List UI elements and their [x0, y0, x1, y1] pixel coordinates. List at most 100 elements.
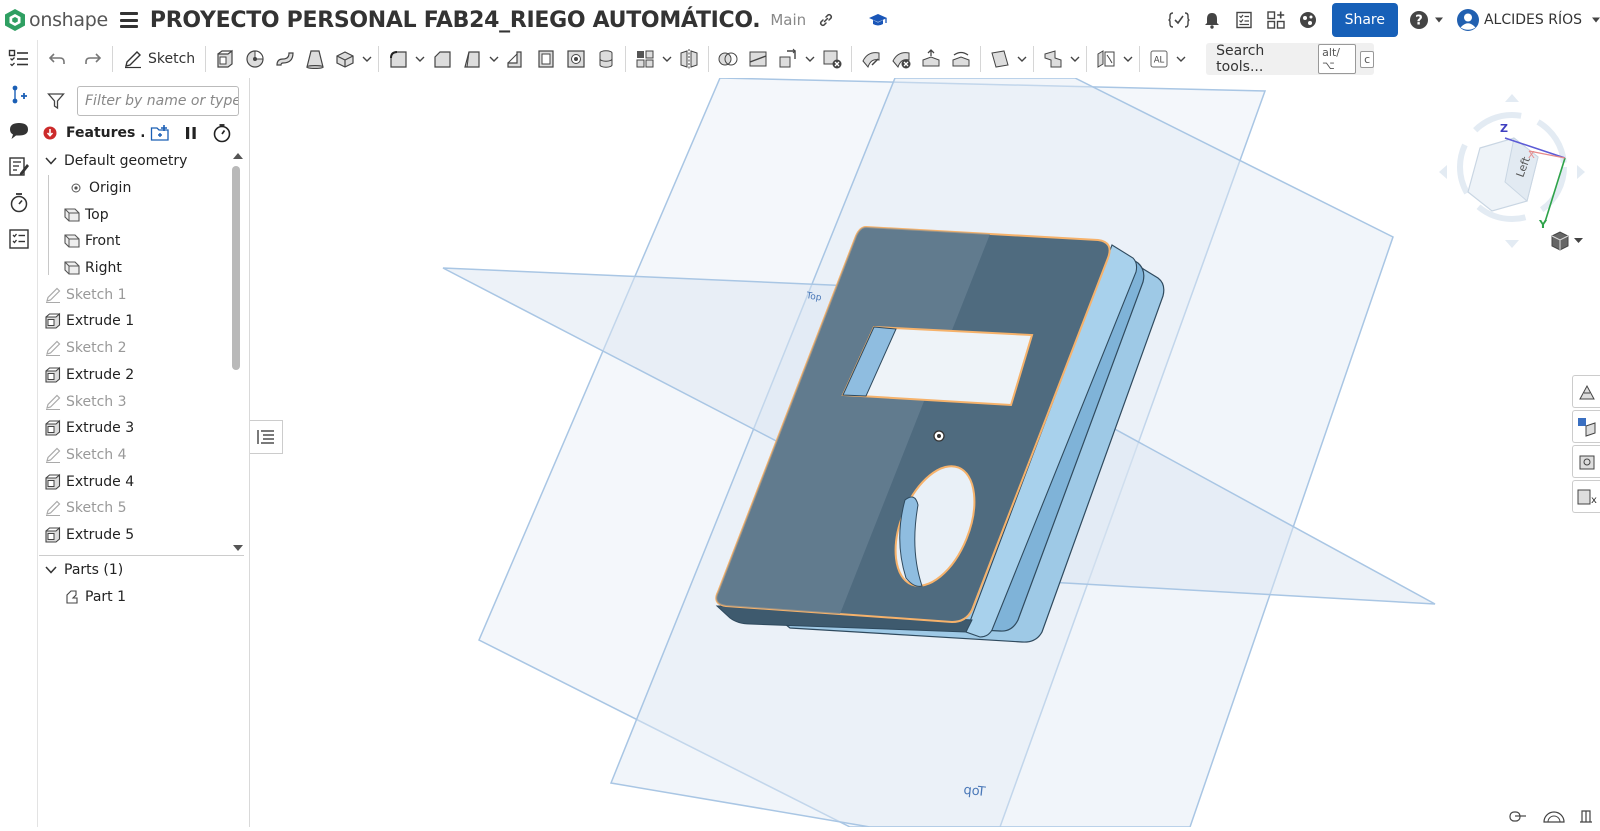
onshape-logo[interactable]: onshape: [4, 8, 108, 32]
loft-icon[interactable]: [300, 44, 330, 74]
default-geometry-group[interactable]: Default geometry: [39, 148, 235, 175]
user-chevron-down-icon[interactable]: [1592, 17, 1600, 23]
replace-face-icon[interactable]: [946, 44, 976, 74]
help-chevron-down-icon[interactable]: [1432, 17, 1446, 23]
pattern-icon[interactable]: [630, 44, 660, 74]
share-button[interactable]: Share: [1331, 3, 1398, 37]
move-face-icon[interactable]: [916, 44, 946, 74]
measure-tape-icon[interactable]: [1500, 809, 1536, 823]
configurations-panel-icon[interactable]: [1572, 410, 1600, 443]
feature-item-sketch-3[interactable]: Sketch 3: [39, 388, 235, 415]
education-cap-icon[interactable]: [868, 12, 888, 28]
thicken-icon[interactable]: [330, 44, 360, 74]
chamfer-icon[interactable]: [427, 44, 457, 74]
feature-item-extrude-5[interactable]: Extrude 5: [39, 522, 235, 549]
draft-icon[interactable]: [457, 44, 487, 74]
transform-icon[interactable]: [773, 44, 803, 74]
branch-name[interactable]: Main: [770, 11, 806, 29]
feature-item-sketch-4[interactable]: Sketch 4: [39, 442, 235, 469]
variables-icon[interactable]: [1162, 11, 1196, 29]
features-title[interactable]: Features ...: [66, 125, 144, 141]
view-cube[interactable]: Left Z Y X: [1439, 94, 1585, 248]
extrude-icon[interactable]: [210, 44, 240, 74]
split-icon[interactable]: [743, 44, 773, 74]
protractor-icon[interactable]: [1536, 809, 1572, 823]
tasks-checklist-icon[interactable]: [1228, 11, 1260, 29]
scroll-down-arrow-icon[interactable]: [232, 544, 244, 552]
default-geometry-item-front[interactable]: Front: [39, 228, 235, 255]
variable-studio-panel-icon[interactable]: x: [1572, 480, 1600, 513]
rollback-timer-icon[interactable]: [0, 185, 38, 221]
instances-insert-icon[interactable]: [0, 77, 38, 113]
transform-chevron-down-icon[interactable]: [803, 44, 817, 74]
hole-icon[interactable]: [561, 44, 591, 74]
filter-input[interactable]: [77, 86, 239, 116]
model-canvas[interactable]: Top Top Left Z Y X: [251, 77, 1600, 828]
thicken-chevron-down-icon[interactable]: [360, 44, 374, 74]
properties-checklist-icon[interactable]: [0, 221, 38, 257]
mass-properties-panel-icon[interactable]: [1572, 445, 1600, 478]
appearance-panel-icon[interactable]: [1572, 375, 1600, 408]
plane-icon[interactable]: [985, 44, 1015, 74]
user-name[interactable]: ALCIDES RÍOS: [1484, 12, 1582, 28]
sheet-metal-icon[interactable]: [1038, 44, 1068, 74]
fillet-icon[interactable]: [383, 44, 413, 74]
stopwatch-icon[interactable]: [212, 123, 232, 143]
shell-icon[interactable]: [531, 44, 561, 74]
user-avatar-icon[interactable]: [1456, 8, 1480, 32]
filter-funnel-icon[interactable]: [47, 92, 65, 110]
mirror-icon[interactable]: [674, 44, 704, 74]
revolve-icon[interactable]: [240, 44, 270, 74]
draft-chevron-down-icon[interactable]: [487, 44, 501, 74]
feature-item-extrude-3[interactable]: Extrude 3: [39, 415, 235, 442]
default-geometry-item-right[interactable]: Right: [39, 255, 235, 282]
view-cube-menu-icon[interactable]: [1551, 231, 1583, 251]
feature-item-extrude-1[interactable]: Extrude 1: [39, 308, 235, 335]
part-item[interactable]: Part 1: [39, 584, 244, 611]
rib-icon[interactable]: [501, 44, 531, 74]
feature-list-icon[interactable]: [0, 41, 38, 77]
pattern-chevron-down-icon[interactable]: [660, 44, 674, 74]
boolean-icon[interactable]: [713, 44, 743, 74]
sweep-icon[interactable]: [270, 44, 300, 74]
feature-item-sketch-1[interactable]: Sketch 1: [39, 281, 235, 308]
new-folder-icon[interactable]: [150, 124, 172, 142]
default-geometry-item-top[interactable]: Top: [39, 201, 235, 228]
feature-item-extrude-2[interactable]: Extrude 2: [39, 362, 235, 389]
scrollbar-thumb[interactable]: [232, 166, 240, 370]
feature-item-sketch-5[interactable]: Sketch 5: [39, 495, 235, 522]
feature-item-extrude-4[interactable]: Extrude 4: [39, 468, 235, 495]
graphics-viewport[interactable]: Top Top Left Z Y X: [251, 77, 1600, 828]
link-icon[interactable]: [818, 12, 834, 28]
document-title[interactable]: PROYECTO PERSONAL FAB24_RIEGO AUTOMÁTICO…: [150, 8, 761, 33]
notifications-bell-icon[interactable]: [1196, 11, 1228, 29]
custom-features-icon[interactable]: AL: [1144, 44, 1174, 74]
custom-features-chevron-down-icon[interactable]: [1174, 44, 1188, 74]
learning-center-icon[interactable]: [1292, 10, 1324, 30]
scale-units-icon[interactable]: [1572, 808, 1600, 824]
scroll-up-arrow-icon[interactable]: [232, 152, 244, 160]
redo-icon[interactable]: [78, 44, 108, 74]
app-store-icon[interactable]: [1260, 10, 1292, 30]
cylinder-icon[interactable]: [591, 44, 621, 74]
pause-icon[interactable]: [184, 125, 198, 141]
chevron-down-icon[interactable]: [42, 152, 60, 170]
plane-chevron-down-icon[interactable]: [1015, 44, 1029, 74]
undo-icon[interactable]: [42, 44, 72, 74]
delete-part-icon[interactable]: [817, 44, 847, 74]
modify-fillet-icon[interactable]: [856, 44, 886, 74]
menu-icon[interactable]: [119, 12, 138, 28]
surface-icon[interactable]: [1091, 44, 1121, 74]
default-geometry-item-origin[interactable]: Origin: [39, 175, 235, 202]
notes-edit-icon[interactable]: [0, 149, 38, 185]
delete-face-icon[interactable]: [886, 44, 916, 74]
sheet-metal-chevron-down-icon[interactable]: [1068, 44, 1082, 74]
comments-icon[interactable]: [0, 113, 38, 149]
parts-chevron-down-icon[interactable]: [42, 561, 60, 579]
parts-group[interactable]: Parts (1): [39, 557, 244, 584]
sketch-button[interactable]: Sketch: [117, 44, 201, 74]
help-icon[interactable]: ?: [1406, 10, 1432, 30]
search-tools-input[interactable]: Search tools... alt/⌥ c: [1206, 43, 1375, 75]
rollback-alert-icon[interactable]: [43, 126, 57, 140]
surface-chevron-down-icon[interactable]: [1121, 44, 1135, 74]
